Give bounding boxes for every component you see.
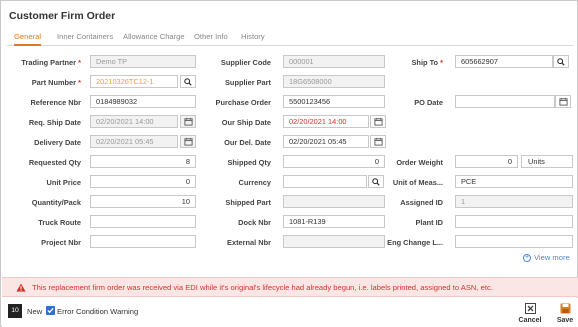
assigned-id-label: Assigned ID	[400, 198, 443, 207]
po-date-field[interactable]	[455, 95, 555, 108]
footer-bar: 10 New Error Condition Warning Cancel Sa…	[2, 298, 578, 327]
cancel-label: Cancel	[518, 317, 542, 324]
dock-nbr-field[interactable]: 1081-R139	[283, 215, 385, 228]
tab-general[interactable]: General	[14, 28, 42, 46]
plant-id-label: Plant ID	[415, 218, 443, 227]
delivery-date-label: Delivery Date	[34, 138, 81, 147]
ship-to-label: Ship To *	[411, 58, 444, 67]
delivery-date-field[interactable]: 02/20/2021 05:45	[90, 135, 178, 148]
error-condition-checkbox[interactable]	[46, 306, 55, 315]
our-del-date-label: Our Del. Date	[224, 138, 271, 147]
cancel-button[interactable]: Cancel	[517, 300, 543, 326]
new-label: New	[27, 307, 43, 316]
po-date-label: PO Date	[414, 98, 443, 107]
error-banner: This replacement firm order was received…	[2, 277, 578, 297]
view-more-link[interactable]: + View more	[523, 253, 570, 262]
save-label: Save	[556, 317, 574, 324]
tab-other-info[interactable]: Other Info	[194, 28, 228, 46]
quantity-pack-label: Quantity/Pack	[31, 198, 81, 207]
shipped-qty-label: Shipped Qty	[227, 158, 271, 167]
calendar-icon	[373, 137, 383, 146]
supplier-code-field[interactable]: 000001	[283, 55, 385, 68]
project-nbr-label: Project Nbr	[41, 238, 81, 247]
req-ship-date-label: Req. Ship Date	[28, 118, 81, 127]
order-weight-field[interactable]: 0	[455, 155, 518, 168]
our-ship-date-label: Our Ship Date	[221, 118, 271, 127]
our-del-date-field[interactable]: 02/20/2021 05:45	[283, 135, 369, 148]
assigned-id-field[interactable]: 1	[455, 195, 573, 208]
tab-inner-containers[interactable]: Inner Containers	[57, 28, 113, 46]
po-date-calendar-button[interactable]	[555, 95, 571, 108]
unit-of-measure-label: Unit of Meas...	[392, 178, 443, 187]
trading-partner-field[interactable]: Demo TP	[90, 55, 196, 68]
our-ship-date-calendar-button[interactable]	[370, 115, 386, 128]
calendar-icon	[558, 97, 568, 106]
ship-to-field[interactable]: 605662907	[455, 55, 553, 68]
part-number-label: Part Number *	[31, 78, 81, 87]
unit-price-field[interactable]: 0	[90, 175, 196, 188]
truck-route-label: Truck Route	[38, 218, 81, 227]
plant-id-field[interactable]	[455, 215, 573, 228]
shipped-qty-field[interactable]: 0	[283, 155, 385, 168]
project-nbr-field[interactable]	[90, 235, 196, 248]
error-condition-label: Error Condition Warning	[57, 307, 139, 316]
requested-qty-field[interactable]: 8	[90, 155, 196, 168]
unit-of-measure-field[interactable]: PCE	[455, 175, 573, 188]
eng-change-label: Eng Change L...	[387, 238, 443, 247]
calendar-icon	[373, 117, 383, 126]
search-icon	[372, 177, 380, 186]
order-weight-label: Order Weight	[396, 158, 443, 167]
plus-circle-icon: +	[523, 253, 531, 262]
supplier-part-label: Supplier Part	[225, 78, 271, 87]
delivery-date-calendar-button[interactable]	[180, 135, 196, 148]
part-number-search-button[interactable]	[180, 75, 196, 88]
customer-firm-order-dialog: Customer Firm Order General Inner Contai…	[0, 0, 578, 327]
our-del-date-calendar-button[interactable]	[370, 135, 386, 148]
reference-nbr-field[interactable]: 0184989032	[90, 95, 196, 108]
our-ship-date-field[interactable]: 02/20/2021 14:00	[283, 115, 369, 128]
shipped-part-field[interactable]	[283, 195, 385, 208]
view-more-label: View more	[534, 253, 570, 262]
external-nbr-label: External Nbr	[227, 238, 271, 247]
calendar-icon	[183, 137, 193, 146]
external-nbr-field[interactable]	[283, 235, 385, 248]
shipped-part-label: Shipped Part	[225, 198, 271, 207]
dock-nbr-label: Dock Nbr	[238, 218, 271, 227]
supplier-part-field[interactable]: 18G6508000	[283, 75, 385, 88]
tab-history[interactable]: History	[241, 28, 265, 46]
currency-search-button[interactable]	[368, 175, 384, 188]
req-ship-date-field[interactable]: 02/20/2021 14:00	[90, 115, 178, 128]
req-ship-date-calendar-button[interactable]	[180, 115, 196, 128]
quantity-pack-field[interactable]: 10	[90, 195, 196, 208]
calendar-icon	[183, 117, 193, 126]
part-number-field[interactable]: 20210326TC12-1	[90, 75, 178, 88]
checkbox-icon	[47, 307, 54, 314]
save-button[interactable]: Save	[552, 300, 578, 326]
truck-route-field[interactable]	[90, 215, 196, 228]
tab-bar: General Inner Containers Allowance Charg…	[7, 28, 573, 46]
order-weight-unit-select[interactable]: Units	[521, 155, 573, 168]
search-icon	[184, 77, 192, 86]
tab-allowance-charge[interactable]: Allowance Charge	[123, 28, 185, 46]
warning-icon	[16, 283, 26, 292]
reference-nbr-label: Reference Nbr	[30, 98, 81, 107]
search-icon	[557, 57, 565, 66]
eng-change-field[interactable]	[455, 235, 573, 248]
currency-label: Currency	[238, 178, 271, 187]
ship-to-search-button[interactable]	[553, 55, 569, 68]
cancel-icon	[525, 303, 536, 314]
save-icon	[560, 303, 571, 314]
purchase-order-label: Purchase Order	[215, 98, 271, 107]
trading-partner-label: Trading Partner *	[21, 58, 81, 67]
supplier-code-label: Supplier Code	[220, 58, 271, 67]
purchase-order-field[interactable]: 5500123456	[283, 95, 385, 108]
record-count-badge: 10	[8, 304, 22, 318]
error-message: This replacement firm order was received…	[32, 283, 493, 292]
requested-qty-label: Requested Qty	[28, 158, 81, 167]
page-title: Customer Firm Order	[9, 10, 116, 22]
currency-field[interactable]	[283, 175, 367, 188]
unit-price-label: Unit Price	[46, 178, 82, 187]
